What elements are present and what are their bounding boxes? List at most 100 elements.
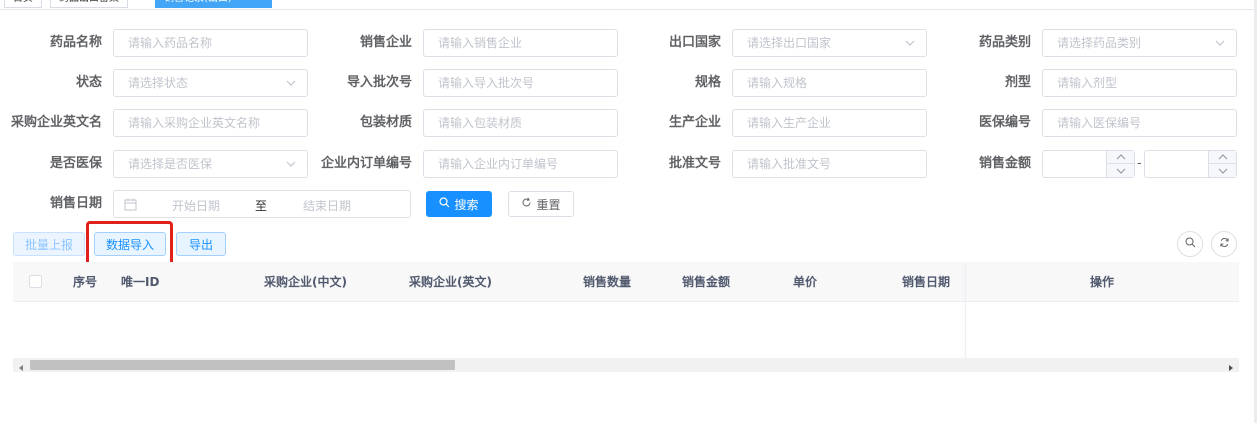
sales-amount-max-stepper[interactable] [1144, 150, 1237, 178]
chevron-down-icon[interactable] [1107, 164, 1134, 177]
column-header-actions: 操作 [1090, 275, 1115, 289]
column-header-unique-id: 唯一ID [121, 275, 160, 289]
import-batch-no-label: 导入批次号 [346, 75, 412, 90]
toggle-search-button[interactable] [1177, 231, 1203, 257]
reset-button-label: 重置 [536, 197, 561, 212]
import-batch-no-input[interactable] [424, 70, 617, 96]
chevron-down-icon [904, 37, 916, 49]
column-header-unit-price: 单价 [793, 275, 818, 289]
chevron-down-icon [285, 158, 297, 170]
scroll-left-arrow-icon[interactable] [17, 361, 25, 371]
status-select[interactable] [113, 69, 308, 97]
date-range-separator: 至 [255, 199, 268, 213]
manufacturer-label: 生产企业 [668, 115, 721, 130]
export-country-label: 出口国家 [668, 35, 721, 50]
dosage-form-input[interactable] [1043, 70, 1236, 96]
data-import-label: 数据导入 [105, 237, 154, 252]
refresh-button[interactable] [1211, 231, 1237, 257]
refresh-icon [521, 197, 532, 211]
insurance-code-label: 医保编号 [978, 115, 1031, 130]
import-batch-no-field[interactable] [423, 69, 618, 97]
search-button-label: 搜索 [454, 197, 479, 212]
scroll-right-arrow-icon[interactable] [1227, 361, 1235, 371]
data-import-button[interactable]: 数据导入 [94, 232, 166, 256]
chevron-up-icon[interactable] [1107, 151, 1134, 164]
search-button[interactable]: 搜索 [426, 191, 492, 217]
table-body [13, 302, 1239, 358]
stepper-controls [1106, 151, 1134, 177]
column-header-purchaser-en: 采购企业(英文) [409, 275, 492, 289]
dosage-form-field[interactable] [1042, 69, 1237, 97]
drug-name-label: 药品名称 [49, 35, 102, 50]
export-country-input[interactable] [733, 30, 926, 56]
insurance-code-field[interactable] [1042, 109, 1237, 137]
internal-order-no-field[interactable] [423, 150, 618, 178]
dosage-form-label: 剂型 [1004, 75, 1031, 90]
is-insured-label: 是否医保 [49, 156, 102, 171]
purchaser-en-name-input[interactable] [114, 110, 307, 136]
table-horizontal-scrollbar[interactable] [13, 358, 1239, 372]
start-date-placeholder[interactable]: 开始日期 [172, 197, 220, 214]
tab-sales-records-export[interactable]: 销售记录(出口) [155, 0, 272, 8]
insurance-code-input[interactable] [1043, 110, 1236, 136]
column-header-purchaser-cn: 采购企业(中文) [264, 275, 347, 289]
export-country-select[interactable] [732, 29, 927, 57]
specification-field[interactable] [732, 69, 927, 97]
manufacturer-field[interactable] [732, 109, 927, 137]
chevron-down-icon[interactable] [1209, 164, 1236, 177]
select-all-checkbox[interactable] [29, 275, 42, 288]
chevron-down-icon [1214, 37, 1226, 49]
approval-no-label: 批准文号 [668, 156, 721, 171]
refresh-icon [1219, 237, 1230, 251]
chevron-down-icon [285, 77, 297, 89]
fixed-column-divider [965, 262, 966, 372]
is-insured-input[interactable] [114, 151, 307, 177]
drug-category-input[interactable] [1043, 30, 1236, 56]
range-separator: - [1137, 156, 1142, 171]
sales-company-label: 销售企业 [359, 35, 412, 50]
end-date-placeholder[interactable]: 结束日期 [303, 197, 351, 214]
sales-company-input[interactable] [424, 30, 617, 56]
column-header-sales-amount: 销售金额 [682, 275, 731, 289]
status-input[interactable] [114, 70, 307, 96]
export-label: 导出 [188, 237, 213, 252]
sales-date-label: 销售日期 [49, 196, 102, 211]
specification-label: 规格 [694, 75, 721, 90]
internal-order-no-input[interactable] [424, 151, 617, 177]
sales-date-range-picker[interactable]: 开始日期 至 结束日期 [113, 190, 411, 218]
column-header-sales-date: 销售日期 [902, 275, 951, 289]
tab-home[interactable]: 首页 [4, 0, 42, 8]
scrollbar-thumb[interactable] [30, 360, 455, 370]
table-header: 序号 唯一ID 采购企业(中文) 采购企业(英文) 销售数量 销售金额 单价 销… [13, 262, 1239, 302]
packaging-material-input[interactable] [424, 110, 617, 136]
drug-name-field[interactable] [113, 29, 308, 57]
search-icon [439, 197, 450, 211]
column-header-sales-quantity: 销售数量 [583, 275, 632, 289]
sales-company-field[interactable] [423, 29, 618, 57]
chevron-up-icon[interactable] [1209, 151, 1236, 164]
approval-no-field[interactable] [732, 150, 927, 178]
packaging-material-field[interactable] [423, 109, 618, 137]
column-header-index: 序号 [73, 275, 98, 289]
calendar-icon [124, 198, 137, 214]
purchaser-en-name-label: 采购企业英文名 [10, 115, 102, 130]
drug-category-select[interactable] [1042, 29, 1237, 57]
purchaser-en-name-field[interactable] [113, 109, 308, 137]
approval-no-input[interactable] [733, 151, 926, 177]
is-insured-select[interactable] [113, 150, 308, 178]
stepper-controls [1208, 151, 1236, 177]
batch-report-label: 批量上报 [24, 237, 73, 252]
tab-strip: 首页 药品出口备案 销售记录(出口) [0, 0, 1257, 10]
manufacturer-input[interactable] [733, 110, 926, 136]
tab-drug-export-filing[interactable]: 药品出口备案 [50, 0, 128, 8]
internal-order-no-label: 企业内订单编号 [320, 156, 412, 171]
search-icon [1185, 237, 1196, 251]
sales-amount-label: 销售金额 [978, 156, 1031, 171]
reset-button[interactable]: 重置 [508, 191, 574, 217]
sales-amount-min-stepper[interactable] [1042, 150, 1135, 178]
drug-name-input[interactable] [114, 30, 307, 56]
status-label: 状态 [75, 75, 102, 90]
batch-report-button[interactable]: 批量上报 [13, 232, 85, 256]
specification-input[interactable] [733, 70, 926, 96]
export-button[interactable]: 导出 [176, 232, 226, 256]
